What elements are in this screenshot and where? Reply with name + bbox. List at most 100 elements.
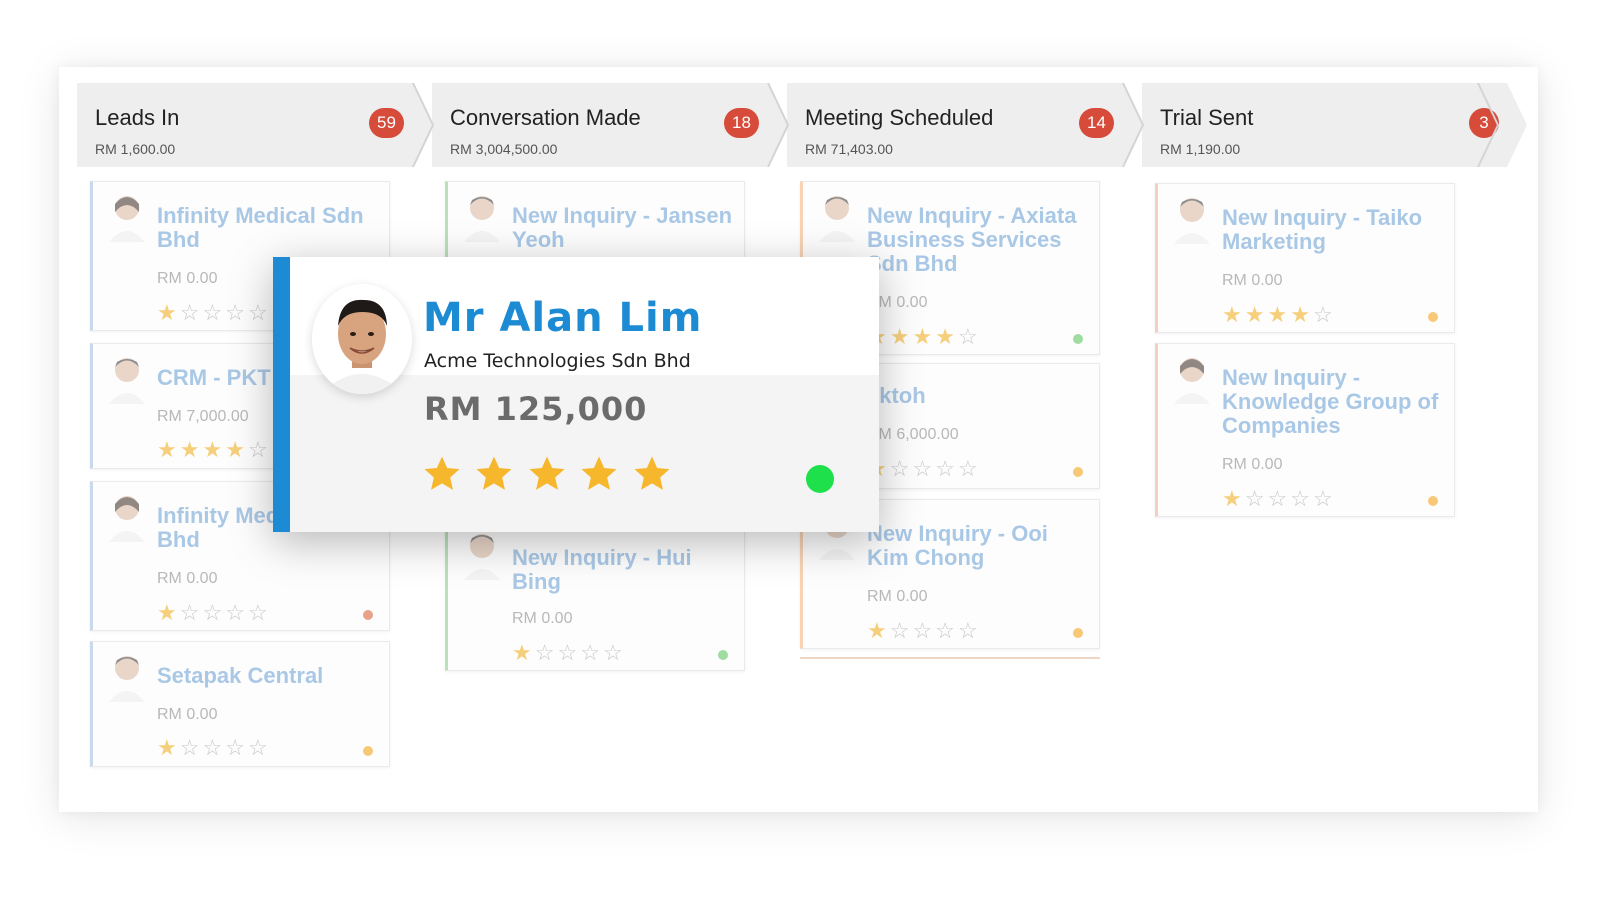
star-icon[interactable]: ☆ xyxy=(958,456,981,481)
star-icon[interactable]: ★ xyxy=(867,618,890,643)
star-icon[interactable]: ★ xyxy=(890,324,913,349)
star-icon[interactable] xyxy=(422,454,462,494)
star-icon[interactable]: ★ xyxy=(912,324,935,349)
deal-title: New Inquiry - Knowledge Group of Compani… xyxy=(1222,365,1439,438)
star-icon[interactable]: ☆ xyxy=(248,437,271,462)
star-icon[interactable]: ☆ xyxy=(557,640,580,665)
star-icon[interactable]: ☆ xyxy=(580,640,603,665)
deal-card[interactable]: New Inquiry - Hui Bing RM 0.00 ★☆☆☆☆ xyxy=(445,519,745,671)
star-icon[interactable]: ☆ xyxy=(248,300,271,325)
deal-value: RM 125,000 xyxy=(424,390,648,428)
pipeline-stages: Leads In RM 1,600.00 59 Conversation Mad… xyxy=(77,83,1527,167)
star-icon[interactable]: ☆ xyxy=(180,735,203,760)
star-icon[interactable]: ★ xyxy=(1267,302,1290,327)
star-icon[interactable]: ☆ xyxy=(958,324,981,349)
male-avatar-icon xyxy=(1174,198,1210,244)
star-icon[interactable]: ☆ xyxy=(248,735,271,760)
deal-amount: RM 0.00 xyxy=(157,706,218,723)
star-icon[interactable]: ★ xyxy=(225,437,248,462)
star-icon[interactable]: ☆ xyxy=(225,600,248,625)
star-icon[interactable]: ☆ xyxy=(1313,302,1336,327)
deal-title: Setapak Central xyxy=(157,663,324,688)
male-avatar-icon xyxy=(819,196,855,242)
deal-rating[interactable]: ★★★★☆ xyxy=(1222,302,1336,328)
deal-amount: RM 0.00 xyxy=(1222,456,1283,473)
star-icon[interactable]: ☆ xyxy=(225,735,248,760)
deal-amount: RM 6,000.00 xyxy=(867,426,959,443)
star-icon[interactable]: ★ xyxy=(157,600,180,625)
deal-rating[interactable]: ★☆☆☆☆ xyxy=(157,735,271,761)
stage-chevrons xyxy=(412,83,1500,167)
deal-rating[interactable]: ★☆☆☆☆ xyxy=(867,618,981,644)
star-icon[interactable]: ☆ xyxy=(1245,486,1268,511)
star-icon[interactable]: ☆ xyxy=(1313,486,1336,511)
star-icon[interactable] xyxy=(474,454,514,494)
star-icon[interactable]: ☆ xyxy=(912,618,935,643)
star-icon[interactable]: ★ xyxy=(157,735,180,760)
star-icon[interactable]: ☆ xyxy=(202,600,225,625)
deal-amount: RM 0.00 xyxy=(157,570,218,587)
status-dot xyxy=(1428,312,1438,322)
deal-rating[interactable] xyxy=(422,454,680,504)
deal-rating[interactable]: ★☆☆☆☆ xyxy=(157,600,271,626)
star-icon[interactable]: ★ xyxy=(1290,302,1313,327)
star-icon[interactable]: ★ xyxy=(202,437,225,462)
star-icon[interactable]: ☆ xyxy=(912,456,935,481)
star-icon[interactable]: ☆ xyxy=(202,735,225,760)
star-icon[interactable] xyxy=(527,454,567,494)
star-icon[interactable]: ★ xyxy=(157,300,180,325)
star-icon[interactable] xyxy=(579,454,619,494)
deal-card[interactable]: New Inquiry - Taiko Marketing RM 0.00 ★★… xyxy=(1155,183,1455,333)
deal-rating[interactable]: ★★★★☆ xyxy=(157,437,271,463)
star-icon[interactable]: ☆ xyxy=(248,600,271,625)
star-icon[interactable]: ☆ xyxy=(1290,486,1313,511)
deal-card[interactable]: Setapak Central RM 0.00 ★☆☆☆☆ xyxy=(90,641,390,767)
status-dot xyxy=(363,610,373,620)
deal-title: New Inquiry - Jansen Yeoh xyxy=(512,203,733,252)
star-icon[interactable]: ★ xyxy=(1222,302,1245,327)
star-icon[interactable]: ★ xyxy=(1245,302,1268,327)
star-icon[interactable]: ★ xyxy=(1222,486,1245,511)
male-avatar-icon xyxy=(312,284,412,394)
status-dot xyxy=(806,465,834,493)
deal-rating[interactable]: ★★★★☆ xyxy=(867,324,981,350)
star-icon[interactable]: ☆ xyxy=(180,300,203,325)
contact-name[interactable]: Mr Alan Lim xyxy=(423,295,702,341)
deal-title: New Inquiry - Ooi Kim Chong xyxy=(867,521,1048,570)
star-icon[interactable]: ☆ xyxy=(535,640,558,665)
deal-title: New Inquiry - Axiata Business Services S… xyxy=(867,203,1077,276)
status-dot xyxy=(718,650,728,660)
female-avatar-icon xyxy=(1174,358,1210,404)
deal-rating[interactable]: ★☆☆☆☆ xyxy=(1222,486,1336,512)
deal-rating[interactable]: ★☆☆☆☆ xyxy=(867,456,981,482)
contact-avatar xyxy=(312,284,412,394)
star-icon[interactable]: ★ xyxy=(180,437,203,462)
star-icon[interactable]: ☆ xyxy=(935,456,958,481)
star-icon[interactable]: ☆ xyxy=(180,600,203,625)
star-icon[interactable]: ☆ xyxy=(890,456,913,481)
deal-rating[interactable]: ★☆☆☆☆ xyxy=(157,300,271,326)
deal-amount: RM 0.00 xyxy=(157,270,218,287)
star-icon[interactable]: ★ xyxy=(512,640,535,665)
star-icon[interactable]: ☆ xyxy=(958,618,981,643)
female-avatar-icon xyxy=(109,196,145,242)
deal-card[interactable]: New Inquiry - Jansen Yeoh xyxy=(445,181,745,261)
star-icon[interactable]: ★ xyxy=(157,437,180,462)
deal-title: New Inquiry - Taiko Marketing xyxy=(1222,205,1423,254)
star-icon[interactable]: ☆ xyxy=(1267,486,1290,511)
star-icon[interactable]: ☆ xyxy=(202,300,225,325)
deal-amount: RM 0.00 xyxy=(1222,272,1283,289)
star-icon[interactable]: ☆ xyxy=(890,618,913,643)
contact-popup-card[interactable]: Mr Alan Lim Acme Technologies Sdn Bhd RM… xyxy=(273,257,879,532)
star-icon[interactable] xyxy=(632,454,672,494)
male-avatar-icon xyxy=(464,534,500,580)
status-dot xyxy=(1073,628,1083,638)
deal-rating[interactable]: ★☆☆☆☆ xyxy=(512,640,626,666)
star-icon[interactable]: ☆ xyxy=(225,300,248,325)
star-icon[interactable]: ☆ xyxy=(603,640,626,665)
star-icon[interactable]: ☆ xyxy=(935,618,958,643)
deal-card[interactable]: New Inquiry - Knowledge Group of Compani… xyxy=(1155,343,1455,517)
status-dot xyxy=(1073,334,1083,344)
star-icon[interactable]: ★ xyxy=(935,324,958,349)
deal-title: yktoh xyxy=(867,383,926,408)
